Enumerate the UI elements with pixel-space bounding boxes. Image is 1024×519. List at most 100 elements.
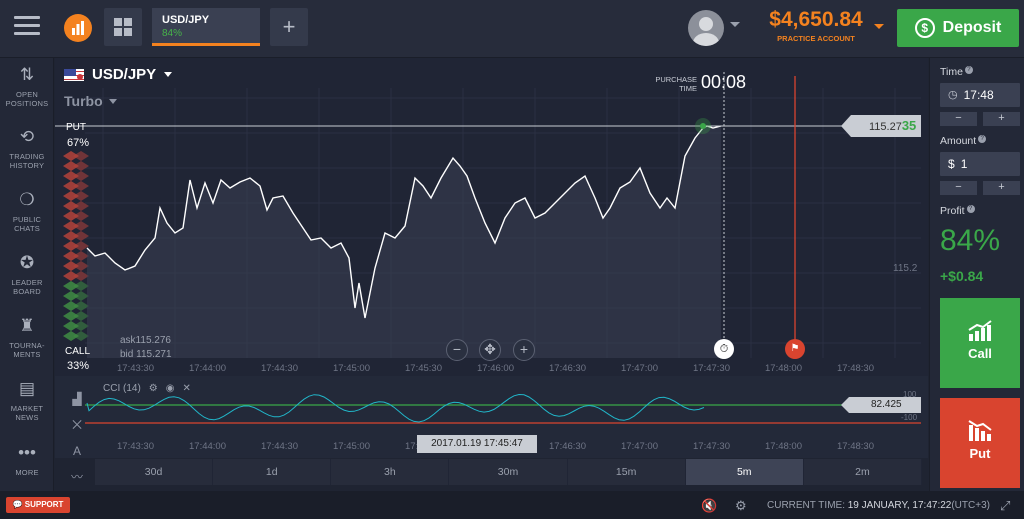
- eye-icon[interactable]: ◉: [166, 383, 175, 394]
- expiry-time-field[interactable]: ◷ 17:48: [940, 83, 1020, 107]
- support-button[interactable]: 💬 SUPPORT: [6, 497, 70, 513]
- sidebar-item-trading-history[interactable]: ⟲ TRADING HISTORY: [0, 126, 54, 170]
- time-tick-label: 17:45:00: [333, 363, 370, 374]
- logo-icon[interactable]: [64, 14, 92, 42]
- timeframe-30m[interactable]: 30m: [449, 459, 568, 485]
- gear-icon[interactable]: ⚙: [149, 383, 158, 394]
- call-label: Call: [968, 346, 992, 361]
- chart-up-icon: [940, 298, 1020, 346]
- sidebar-item-tournaments[interactable]: ♜ TOURNA- MENTS: [0, 315, 54, 359]
- put-sentiment-bar: [73, 221, 89, 231]
- sound-off-icon[interactable]: 🔇: [701, 498, 717, 514]
- call-sentiment-bar: [73, 301, 89, 311]
- put-sentiment-bar: [73, 191, 89, 201]
- history-icon: ⟲: [19, 127, 35, 146]
- time-minus-button[interactable]: −: [940, 112, 977, 126]
- time-tick-label: 17:46:00: [477, 363, 514, 374]
- price-chart[interactable]: [55, 58, 928, 458]
- amount-plus-button[interactable]: +: [983, 181, 1020, 195]
- sidebar-item-more[interactable]: ••• MORE: [0, 442, 54, 477]
- timeframe-30d[interactable]: 30d: [95, 459, 214, 485]
- gear-icon[interactable]: ⚙: [735, 498, 747, 514]
- trophy-icon: ♜: [19, 316, 35, 335]
- price-tick-label: 115.2: [893, 263, 918, 274]
- ask-price: ask115.276: [120, 335, 171, 346]
- cci-label: CCI (14): [103, 383, 141, 394]
- timeframe-2m[interactable]: 2m: [803, 459, 922, 485]
- hamburger-menu-icon[interactable]: [14, 16, 40, 38]
- drawing-tools-icon[interactable]: A: [63, 438, 91, 464]
- call-sentiment-bar: [73, 321, 89, 331]
- cci-time-tick-label: 17:47:30: [693, 441, 730, 452]
- trade-panel: Time? ◷ 17:48 − + Amount? $ 1 − + Profit…: [929, 58, 1024, 491]
- time-plus-button[interactable]: +: [983, 112, 1020, 126]
- sidebar-item-market-news[interactable]: ▤ MARKET NEWS: [0, 378, 54, 422]
- clock-icon: ◷: [948, 89, 958, 101]
- balance-chevron-down-icon[interactable]: [874, 24, 884, 29]
- chart-area[interactable]: USD/JPY Turbo PUT 67% CALL 33% ask115.27…: [55, 58, 928, 484]
- grid-icon: [114, 18, 132, 36]
- zoom-out-button[interactable]: −: [446, 339, 468, 361]
- sidebar-item-label: OPEN POSITIONS: [5, 90, 49, 108]
- avatar[interactable]: [688, 10, 724, 46]
- mode-selector[interactable]: Turbo: [64, 93, 117, 109]
- profit-label: Profit?: [940, 205, 975, 217]
- center-chart-button[interactable]: ✥: [479, 339, 501, 361]
- current-time: CURRENT TIME: 19 JANUARY, 17:47:22(UTC+3…: [767, 500, 990, 511]
- usd-jpy-flag-icon: [64, 68, 84, 81]
- more-icon: •••: [18, 443, 36, 462]
- amount-field[interactable]: $ 1: [940, 152, 1020, 176]
- fullscreen-icon[interactable]: ⤢: [1000, 498, 1010, 514]
- put-button[interactable]: Put: [940, 398, 1020, 488]
- balance-display[interactable]: $4,650.84 PRACTICE ACCOUNT: [766, 8, 866, 43]
- help-icon: ?: [978, 135, 987, 143]
- arrows-updown-icon: ⇅: [19, 65, 35, 84]
- amount-minus-button[interactable]: −: [940, 181, 977, 195]
- timeframe-bar: 30d 1d 3h 30m 15m 5m 2m: [95, 459, 922, 485]
- chart-type-icon[interactable]: ▟: [63, 386, 91, 412]
- sidebar-item-leader-board[interactable]: ✪ LEADER BOARD: [0, 252, 54, 296]
- timeframe-5m[interactable]: 5m: [685, 459, 804, 485]
- deposit-button[interactable]: $ Deposit: [897, 9, 1019, 47]
- call-sentiment-bar: [73, 281, 89, 291]
- timeframe-15m[interactable]: 15m: [567, 459, 686, 485]
- cci-time-tick-label: 17:46:30: [549, 441, 586, 452]
- zoom-in-button[interactable]: +: [513, 339, 535, 361]
- cci-time-tick-label: 17:43:30: [117, 441, 154, 452]
- put-sentiment-bar: [73, 151, 89, 161]
- sidebar-item-label: MORE: [15, 468, 39, 477]
- asset-tab-name: USD/JPY: [162, 14, 210, 26]
- add-asset-button[interactable]: +: [270, 8, 308, 46]
- asset-grid-button[interactable]: [104, 8, 142, 46]
- medal-icon: ✪: [19, 253, 35, 272]
- close-icon[interactable]: ✕: [183, 383, 191, 394]
- time-tick-label: 17:47:30: [693, 363, 730, 374]
- purchase-time-label: PURCHASE TIME: [655, 75, 697, 93]
- put-sentiment-bar: [73, 181, 89, 191]
- cci-level-label: -100: [901, 413, 918, 422]
- timeframe-3h[interactable]: 3h: [331, 459, 450, 485]
- indicators-icon[interactable]: ⨉: [63, 412, 91, 438]
- profile-chevron-down-icon[interactable]: [730, 22, 740, 27]
- left-sidebar: ⇅ OPEN POSITIONS ⟲ TRADING HISTORY ❍ PUBLI…: [0, 58, 54, 491]
- sidebar-item-open-positions[interactable]: ⇅ OPEN POSITIONS: [0, 64, 54, 108]
- call-sentiment-bar: [73, 331, 89, 341]
- timeframe-1d[interactable]: 1d: [213, 459, 332, 485]
- stopwatch-icon: ⏱: [714, 339, 734, 359]
- cci-value-tag: 82.425: [841, 397, 921, 413]
- sidebar-item-public-chats[interactable]: ❍ PUBLIC CHATS: [0, 189, 54, 233]
- dollar-exchange-icon: $: [914, 18, 935, 38]
- asset-tab-usdjpy[interactable]: USD/JPY 84%: [152, 8, 260, 46]
- sidebar-item-label: LEADER BOARD: [11, 278, 43, 296]
- cci-time-tick-label: 17:47:00: [621, 441, 658, 452]
- time-tick-label: 17:45:30: [405, 363, 442, 374]
- sidebar-item-label: PUBLIC CHATS: [12, 215, 42, 233]
- asset-selector[interactable]: USD/JPY: [64, 66, 173, 83]
- call-button[interactable]: Call: [940, 298, 1020, 388]
- time-stepper: − +: [940, 112, 1020, 126]
- price-area: [87, 126, 721, 358]
- trend-icon[interactable]: 〰: [63, 464, 91, 490]
- call-sentiment-pct: 33%: [67, 360, 90, 372]
- time-tick-label: 17:44:00: [189, 363, 226, 374]
- cci-time-tick-label: 17:45:00: [333, 441, 370, 452]
